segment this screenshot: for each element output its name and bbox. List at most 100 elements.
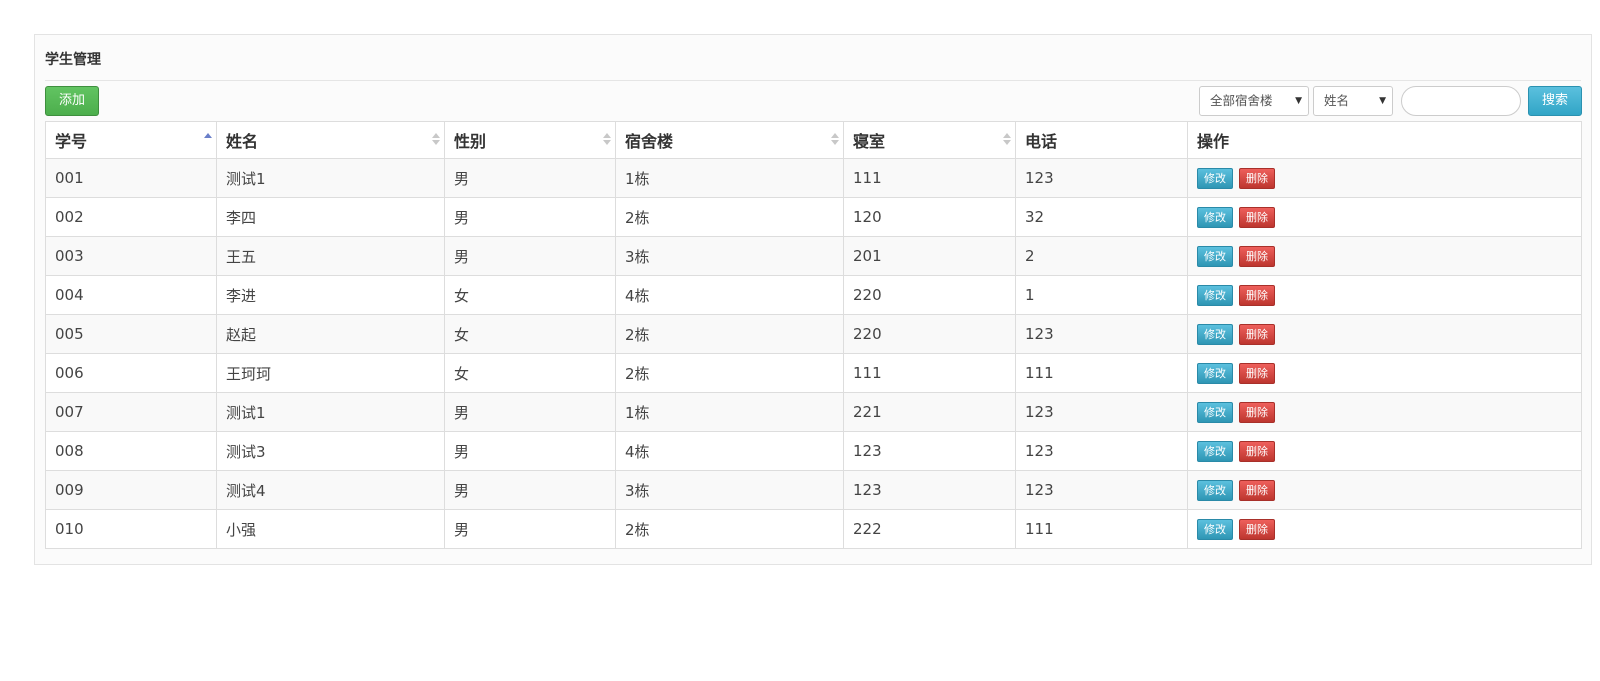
search-field-select-value: 姓名 — [1324, 93, 1350, 108]
table-row: 010 小强男 2栋 222 111 修改 删除 — [45, 509, 1582, 549]
caret-down-icon: ▼ — [1295, 96, 1302, 106]
cell-room: 222 — [843, 509, 1016, 549]
search-input[interactable] — [1401, 86, 1521, 116]
cell-building: 3栋 — [615, 470, 844, 510]
edit-button[interactable]: 修改 — [1197, 518, 1233, 540]
cell-gender: 男 — [444, 197, 616, 237]
cell-actions: 修改 删除 — [1187, 431, 1582, 471]
edit-button[interactable]: 修改 — [1197, 479, 1233, 501]
cell-student-id: 009 — [45, 470, 217, 510]
edit-button[interactable]: 修改 — [1197, 245, 1233, 267]
column-header-label: 操作 — [1197, 132, 1230, 151]
cell-building: 2栋 — [615, 197, 844, 237]
cell-building: 4栋 — [615, 431, 844, 471]
cell-gender: 男 — [444, 509, 616, 549]
cell-student-id: 005 — [45, 314, 217, 354]
add-button[interactable]: 添加 — [45, 86, 99, 116]
edit-button[interactable]: 修改 — [1197, 323, 1233, 345]
delete-button[interactable]: 删除 — [1239, 206, 1275, 228]
cell-gender: 男 — [444, 431, 616, 471]
delete-button[interactable]: 删除 — [1239, 479, 1275, 501]
table-body: 001 测试1 男 1栋 111 123 修改 删除 002 李四男 2栋 120 32 修改 删除 003 王… — [45, 158, 1582, 549]
delete-button[interactable]: 删除 — [1239, 245, 1275, 267]
delete-button[interactable]: 删除 — [1239, 401, 1275, 423]
cell-room: 220 — [843, 314, 1016, 354]
cell-name: 测试3 — [216, 431, 445, 471]
edit-button[interactable]: 修改 — [1197, 362, 1233, 384]
column-header-room[interactable]: 寝室 — [843, 121, 1016, 159]
cell-gender: 男 — [444, 392, 616, 432]
edit-button[interactable]: 修改 — [1197, 284, 1233, 306]
cell-gender: 男 — [444, 470, 616, 510]
edit-button[interactable]: 修改 — [1197, 440, 1233, 462]
cell-phone: 123 — [1015, 392, 1188, 432]
cell-building: 1栋 — [615, 392, 844, 432]
cell-student-id: 007 — [45, 392, 217, 432]
cell-actions: 修改 删除 — [1187, 275, 1582, 315]
table-row: 005 赵起女 2栋 220 123 修改 删除 — [45, 314, 1582, 354]
sort-icon — [1003, 133, 1011, 147]
column-header-label: 姓名 — [226, 132, 259, 151]
cell-room: 220 — [843, 275, 1016, 315]
cell-phone: 123 — [1015, 158, 1188, 198]
building-select[interactable]: 全部宿舍楼 ▼ — [1199, 86, 1309, 116]
sort-icon — [432, 133, 440, 147]
cell-gender: 女 — [444, 353, 616, 393]
cell-phone: 1 — [1015, 275, 1188, 315]
cell-room: 201 — [843, 236, 1016, 276]
column-header-name[interactable]: 姓名 — [216, 121, 445, 159]
cell-building: 2栋 — [615, 353, 844, 393]
delete-button[interactable]: 删除 — [1239, 284, 1275, 306]
cell-phone: 2 — [1015, 236, 1188, 276]
table-row: 009 测试4 男 3栋 123 123 修改 删除 — [45, 470, 1582, 510]
edit-button[interactable]: 修改 — [1197, 167, 1233, 189]
delete-button[interactable]: 删除 — [1239, 167, 1275, 189]
cell-building: 3栋 — [615, 236, 844, 276]
table-row: 007 测试1 男 1栋 221 123 修改 删除 — [45, 392, 1582, 432]
column-header-phone: 电话 — [1015, 121, 1188, 159]
cell-student-id: 006 — [45, 353, 217, 393]
cell-gender: 女 — [444, 275, 616, 315]
cell-name: 小强 — [216, 509, 445, 549]
table-row: 008 测试3 男 4栋 123 123 修改 删除 — [45, 431, 1582, 471]
student-table: 学号 姓名 性别 宿舍楼 寝室 电话 操作 001 测试1 男 1栋 111 1… — [45, 121, 1582, 549]
delete-button[interactable]: 删除 — [1239, 518, 1275, 540]
cell-room: 123 — [843, 431, 1016, 471]
column-header-label: 寝室 — [853, 132, 886, 151]
caret-down-icon: ▼ — [1379, 96, 1386, 106]
cell-gender: 女 — [444, 314, 616, 354]
table-header-row: 学号 姓名 性别 宿舍楼 寝室 电话 操作 — [45, 121, 1582, 159]
cell-room: 221 — [843, 392, 1016, 432]
cell-name: 测试4 — [216, 470, 445, 510]
cell-phone: 32 — [1015, 197, 1188, 237]
column-header-student-id[interactable]: 学号 — [45, 121, 217, 159]
column-header-label: 电话 — [1025, 132, 1058, 151]
cell-name: 李四 — [216, 197, 445, 237]
table-row: 001 测试1 男 1栋 111 123 修改 删除 — [45, 158, 1582, 198]
cell-name: 赵起 — [216, 314, 445, 354]
cell-student-id: 003 — [45, 236, 217, 276]
edit-button[interactable]: 修改 — [1197, 401, 1233, 423]
table-row: 006 王珂珂女 2栋 111 111 修改 删除 — [45, 353, 1582, 393]
cell-student-id: 010 — [45, 509, 217, 549]
cell-phone: 123 — [1015, 431, 1188, 471]
column-header-label: 宿舍楼 — [625, 132, 674, 151]
table-row: 003 王五男 3栋 201 2 修改 删除 — [45, 236, 1582, 276]
cell-room: 123 — [843, 470, 1016, 510]
column-header-label: 性别 — [454, 132, 487, 151]
cell-student-id: 001 — [45, 158, 217, 198]
delete-button[interactable]: 删除 — [1239, 323, 1275, 345]
student-management-panel: 学生管理 添加 全部宿舍楼 ▼ 姓名 ▼ 搜索 学号 姓名 性别 宿舍楼 寝室 … — [34, 34, 1592, 565]
column-header-building[interactable]: 宿舍楼 — [615, 121, 844, 159]
cell-actions: 修改 删除 — [1187, 392, 1582, 432]
column-header-gender[interactable]: 性别 — [444, 121, 616, 159]
panel-title: 学生管理 — [45, 52, 101, 68]
search-field-select[interactable]: 姓名 ▼ — [1313, 86, 1393, 116]
building-select-value: 全部宿舍楼 — [1210, 93, 1273, 108]
cell-actions: 修改 删除 — [1187, 197, 1582, 237]
search-button[interactable]: 搜索 — [1528, 86, 1582, 116]
edit-button[interactable]: 修改 — [1197, 206, 1233, 228]
delete-button[interactable]: 删除 — [1239, 440, 1275, 462]
table-row: 004 李进女 4栋 220 1 修改 删除 — [45, 275, 1582, 315]
delete-button[interactable]: 删除 — [1239, 362, 1275, 384]
